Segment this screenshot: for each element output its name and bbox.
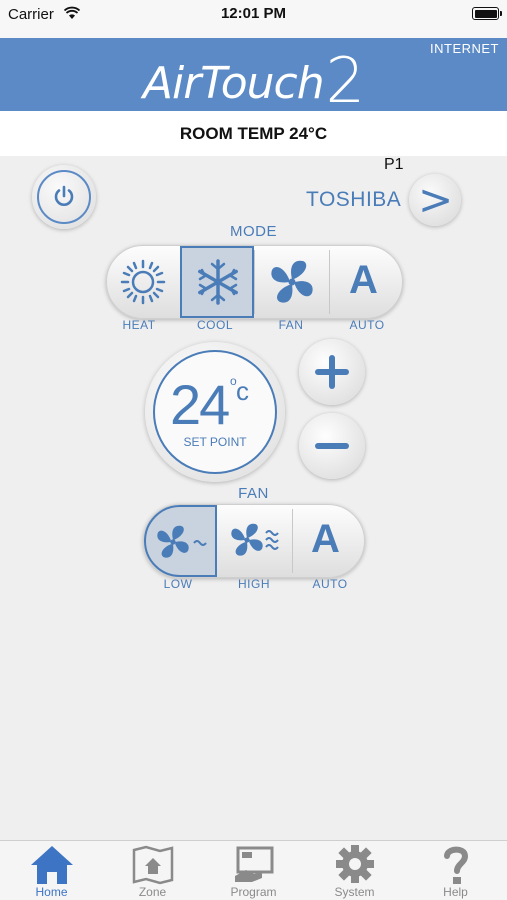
mode-auto-button[interactable]: A [330,246,403,318]
program-icon [235,846,274,882]
setpoint-value: 24 [170,373,230,436]
power-button[interactable] [32,165,96,229]
tab-zone-label: Zone [138,885,167,899]
tab-help[interactable]: Help [405,841,506,900]
tab-home-label: Home [35,885,68,899]
tab-help-label: Help [443,885,468,899]
tab-system-label: System [334,885,375,899]
increase-temp-button[interactable] [299,339,365,405]
logo-text: AirTouch [142,58,325,109]
connection-status: INTERNET [430,41,499,56]
mode-heat-button[interactable] [107,246,180,318]
room-temperature: ROOM TEMP 24°C [0,111,507,156]
setpoint-unit: c [236,376,249,406]
fan-high-icon [231,523,279,556]
decrease-temp-button[interactable] [299,413,365,479]
tab-program[interactable]: Program [203,841,304,900]
next-unit-button[interactable]: > [409,174,461,226]
clock: 12:01 PM [220,5,287,22]
auto-a-icon: A [349,258,378,302]
mode-fan-label: FAN [278,318,304,332]
mode-selector: A [106,245,403,319]
status-bar: Carrier 12:01 PM [0,0,507,38]
power-icon [54,185,74,206]
unit-brand: TOSHIBA [306,188,402,211]
auto-a-icon: A [311,517,340,561]
tab-bar: Home Zone Program System Help [0,840,507,900]
tab-system[interactable]: System [304,841,405,900]
app-header: AirTouch2 INTERNET [0,38,507,117]
fan-low-button[interactable] [144,505,217,577]
tab-home[interactable]: Home [1,841,102,900]
fan-high-label: HIGH [238,577,270,591]
fan-speed-selector: A [143,504,365,578]
battery-icon [472,7,502,20]
fan-high-button[interactable] [218,505,292,577]
sun-icon [120,259,166,305]
mode-cool-label: COOL [196,318,233,332]
fan-low-icon [157,525,207,558]
mode-title: MODE [230,223,277,240]
fan-auto-button[interactable]: A [293,505,365,577]
home-icon [31,846,73,884]
tab-program-label: Program [230,885,277,899]
mode-fan-button[interactable] [255,246,329,318]
mode-heat-label: HEAT [122,318,156,332]
fan-auto-label: AUTO [312,577,348,591]
mode-auto-label: AUTO [349,318,385,332]
fan-low-label: LOW [163,577,193,591]
setpoint-display: 24 o c SET POINT [145,342,285,482]
unit-position: P1 [384,156,404,173]
question-icon [444,846,469,884]
mode-cool-button[interactable] [180,246,254,318]
logo-number: 2 [325,44,365,117]
snowflake-icon [198,259,238,305]
setpoint-label: SET POINT [183,435,247,449]
tab-zone[interactable]: Zone [102,841,203,900]
gear-icon [336,845,374,883]
fan-title: FAN [238,485,269,502]
fan-icon [271,260,313,303]
zone-map-icon [132,845,174,885]
chevron-right-icon: > [418,175,454,224]
minus-icon [315,443,349,449]
